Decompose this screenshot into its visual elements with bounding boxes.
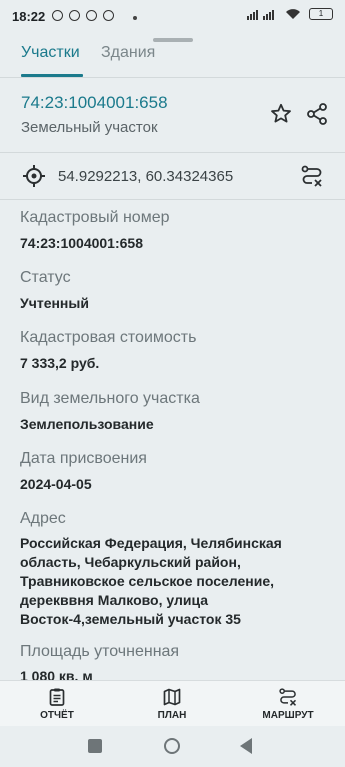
recent-apps-button[interactable] [88, 739, 102, 753]
alarm-icon [52, 10, 63, 21]
route-label: МАРШРУТ [262, 710, 314, 721]
message-icon [103, 10, 114, 21]
route-button[interactable] [300, 164, 324, 188]
field-value-assignment-date: 2024-04-05 [20, 476, 92, 492]
more-notifications-icon [133, 16, 137, 20]
address-line: Травниковское сельское поселение, [20, 573, 275, 589]
divider [0, 152, 345, 153]
star-icon [271, 103, 291, 123]
coordinates-text[interactable]: 54.9292213, 60.34324365 [58, 168, 233, 185]
tab-parcels[interactable]: Участки [21, 44, 80, 62]
back-button[interactable] [240, 738, 252, 754]
tab-buildings[interactable]: Здания [101, 44, 155, 62]
address-line: Восток-4,земельный участок 35 [20, 611, 241, 627]
report-label: ОТЧЁТ [40, 710, 74, 721]
report-button[interactable]: ОТЧЁТ [22, 687, 92, 721]
field-label-assignment-date: Дата присвоения [20, 450, 147, 467]
address-line: Российская Федерация, Челябинская [20, 535, 282, 551]
notification-icon [69, 10, 80, 21]
status-bar: 18:22 1 [0, 0, 345, 36]
report-icon [49, 688, 65, 706]
field-label-area: Площадь уточненная [20, 643, 180, 660]
notification-icons [52, 10, 114, 21]
map-icon [163, 688, 181, 706]
field-value-land-type: Землепользование [20, 416, 154, 432]
divider [0, 199, 345, 200]
app-notification-icon [86, 10, 97, 21]
home-button[interactable] [164, 738, 180, 754]
field-label-cadastral-number: Кадастровый номер [20, 209, 170, 226]
favorite-button[interactable] [269, 102, 293, 126]
parcel-cadastral-id[interactable]: 74:23:1004001:658 [21, 93, 168, 113]
field-value-cadastral-number: 74:23:1004001:658 [20, 235, 143, 251]
system-navigation-bar [0, 726, 345, 767]
route-nav-button[interactable]: МАРШРУТ [253, 687, 323, 721]
signal-icon [247, 10, 274, 20]
field-value-address: Российская Федерация, Челябинская област… [20, 534, 320, 629]
tab-divider [0, 77, 345, 78]
wifi-icon [286, 9, 300, 19]
address-line: область, Чебаркульский район, [20, 554, 241, 570]
plan-button[interactable]: ПЛАН [137, 687, 207, 721]
crosshair-icon [23, 165, 45, 187]
battery-icon: 1 [309, 8, 333, 20]
system-status-icons: 1 [247, 8, 333, 20]
battery-level: 1 [318, 9, 324, 18]
route-icon [301, 165, 322, 187]
plan-label: ПЛАН [157, 710, 187, 721]
share-button[interactable] [305, 102, 329, 126]
bottom-action-bar: ОТЧЁТ ПЛАН МАРШРУТ [0, 680, 345, 727]
tab-bar: Участки Здания [0, 40, 345, 78]
share-icon [307, 103, 327, 125]
status-time: 18:22 [12, 9, 46, 24]
field-label-status: Статус [20, 269, 71, 286]
field-label-land-type: Вид земельного участка [20, 390, 200, 407]
locate-button[interactable] [22, 164, 46, 188]
parcel-type: Земельный участок [21, 119, 158, 136]
route-icon [279, 688, 297, 706]
field-value-status: Учтенный [20, 295, 89, 311]
field-label-address: Адрес [20, 510, 66, 527]
field-label-cadastral-value: Кадастровая стоимость [20, 329, 197, 346]
field-value-cadastral-value: 7 333,2 руб. [20, 355, 100, 371]
address-line: дерекввня Малково, улица [20, 592, 209, 608]
